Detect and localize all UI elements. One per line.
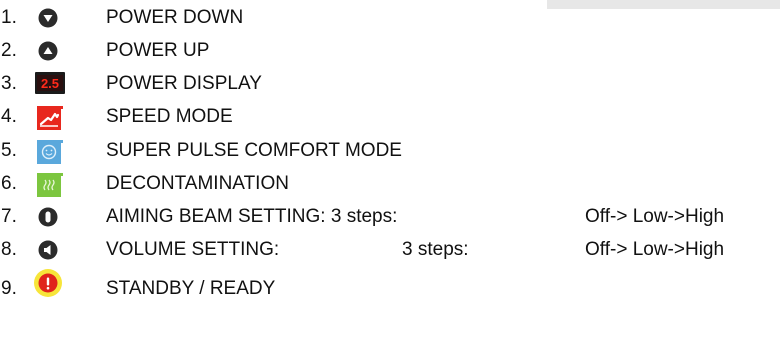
arrow-up-button-icon: [37, 40, 61, 62]
item-label: AIMING BEAM SETTING: 3 steps:: [106, 206, 398, 227]
item-label: SUPER PULSE COMFORT MODE: [106, 140, 402, 161]
item-label: SPEED MODE: [106, 106, 233, 127]
speed-mode-icon: [37, 106, 63, 130]
standby-ready-icon: [33, 268, 65, 300]
volume-icon: [37, 239, 61, 261]
item-number: 1.: [1, 7, 17, 28]
setting-steps: 3 steps:: [402, 239, 469, 260]
display-value: 2.5: [41, 76, 59, 91]
header-bar-fragment: [547, 0, 780, 9]
smiley-comfort-icon: [37, 140, 63, 164]
item-number: 8.: [1, 239, 17, 260]
item-label: POWER DISPLAY: [106, 73, 262, 94]
item-label: POWER UP: [106, 40, 210, 61]
setting-range: Off-> Low->High: [585, 239, 725, 260]
aiming-beam-icon: [37, 206, 61, 228]
decontamination-icon: [37, 173, 63, 197]
item-number: 2.: [1, 40, 17, 61]
item-label: VOLUME SETTING:: [106, 239, 280, 260]
item-number: 9.: [1, 278, 17, 299]
item-label: POWER DOWN: [106, 7, 244, 28]
power-display-icon: 2.5: [35, 72, 65, 94]
item-label: STANDBY / READY: [106, 278, 276, 299]
arrow-down-button-icon: [37, 7, 61, 29]
item-number: 4.: [1, 106, 17, 127]
item-label: DECONTAMINATION: [106, 173, 289, 194]
item-number: 6.: [1, 173, 17, 194]
setting-range: Off-> Low->High: [585, 206, 725, 227]
item-number: 7.: [1, 206, 17, 227]
item-number: 5.: [1, 140, 17, 161]
item-number: 3.: [1, 73, 17, 94]
